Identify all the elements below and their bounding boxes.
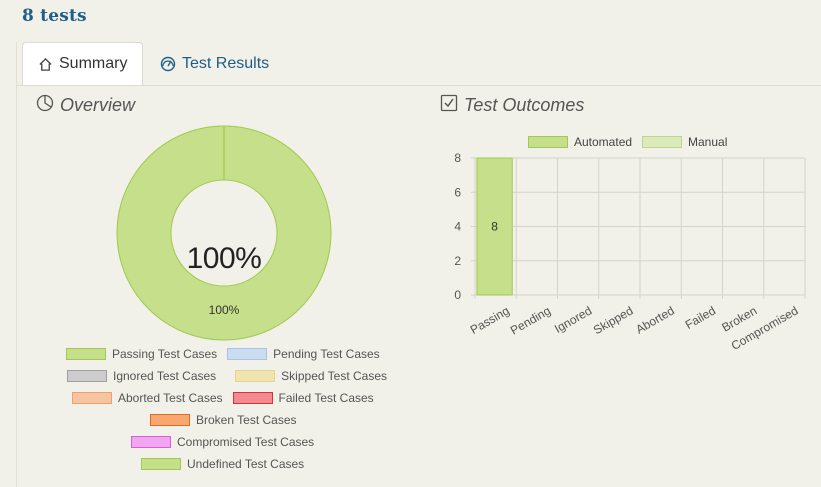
legend-item-undefined[interactable]: Undefined Test Cases <box>141 457 304 471</box>
legend-item-aborted[interactable]: Aborted Test Cases <box>72 391 223 405</box>
legend-label: Broken Test Cases <box>196 413 297 427</box>
y-tick-label: 4 <box>454 220 461 234</box>
donut-center-label: 100% <box>186 242 262 275</box>
pie-chart-icon <box>36 94 54 117</box>
overview-heading: Overview <box>36 94 135 117</box>
legend-row: Undefined Test Cases <box>141 457 304 471</box>
legend-item-compromised[interactable]: Compromised Test Cases <box>131 435 314 449</box>
gauge-icon <box>160 56 176 72</box>
legend-label: Pending Test Cases <box>273 347 380 361</box>
legend-label: Skipped Test Cases <box>281 369 388 383</box>
legend-swatch <box>72 392 112 404</box>
legend-swatch <box>131 436 171 448</box>
legend-swatch <box>232 392 273 404</box>
legend-item-pending[interactable]: Pending Test Cases <box>227 347 380 361</box>
legend-item-ignored[interactable]: Ignored Test Cases <box>67 369 216 383</box>
tab-summary-label: Summary <box>59 55 128 72</box>
legend-item-skipped[interactable]: Skipped Test Cases <box>235 369 387 383</box>
x-tick-label: Pending <box>508 303 553 337</box>
legend-label: Compromised Test Cases <box>177 435 315 449</box>
bar-data-label: 8 <box>491 220 498 234</box>
legend-row: Compromised Test Cases <box>131 435 314 449</box>
tab-test-results[interactable]: Test Results <box>160 42 269 86</box>
legend-swatch <box>227 348 268 360</box>
legend-swatch <box>67 370 107 382</box>
test-outcomes-title: Test Outcomes <box>464 95 585 115</box>
legend-label: Passing Test Cases <box>112 347 218 361</box>
y-tick-label: 0 <box>454 288 461 302</box>
legend-row: Ignored Test Cases Skipped Test Cases <box>67 369 387 383</box>
overview-title: Overview <box>60 95 136 115</box>
left-divider <box>16 42 17 487</box>
legend-item-broken[interactable]: Broken Test Cases <box>150 413 297 427</box>
tab-test-results-label: Test Results <box>182 55 270 72</box>
legend-label: Aborted Test Cases <box>118 391 223 405</box>
legend-label: Ignored Test Cases <box>113 369 217 383</box>
checkbox-icon <box>440 94 458 117</box>
legend-label: Failed Test Cases <box>278 391 374 405</box>
legend-item-failed[interactable]: Failed Test Cases <box>232 391 374 405</box>
donut-slice-label: 100% <box>208 303 240 317</box>
legend-item-passing[interactable]: Passing Test Cases <box>66 347 217 361</box>
y-tick-label: 6 <box>454 185 461 199</box>
page-title: 8 tests <box>22 6 87 26</box>
x-tick-label: Ignored <box>552 303 594 335</box>
legend-row: Broken Test Cases <box>150 413 297 427</box>
legend-row: Passing Test Cases Pending Test Cases <box>66 347 380 361</box>
x-tick-label: Skipped <box>591 303 636 337</box>
home-icon <box>38 57 53 72</box>
x-tick-label: Failed <box>683 303 718 331</box>
y-tick-label: 8 <box>454 151 461 165</box>
x-tick-label: Passing <box>468 303 512 336</box>
overview-donut-chart: 100% 100% <box>116 125 332 341</box>
y-tick-label: 2 <box>454 254 461 268</box>
x-tick-label: Aborted <box>633 303 676 336</box>
legend-swatch <box>141 458 181 470</box>
test-outcomes-bar-chart: 0 2 4 6 8 8 PassingPending IgnoredSkippedAborte… <box>454 151 806 353</box>
tabs-underline <box>16 85 821 86</box>
legend-swatch <box>66 348 106 360</box>
legend-label: Undefined Test Cases <box>187 457 305 471</box>
legend-swatch <box>150 414 190 426</box>
test-outcomes-heading: Test Outcomes <box>440 94 584 117</box>
legend-row: Aborted Test Cases Failed Test Cases <box>72 391 374 405</box>
legend-swatch <box>235 370 276 382</box>
tab-summary[interactable]: Summary <box>22 42 143 86</box>
